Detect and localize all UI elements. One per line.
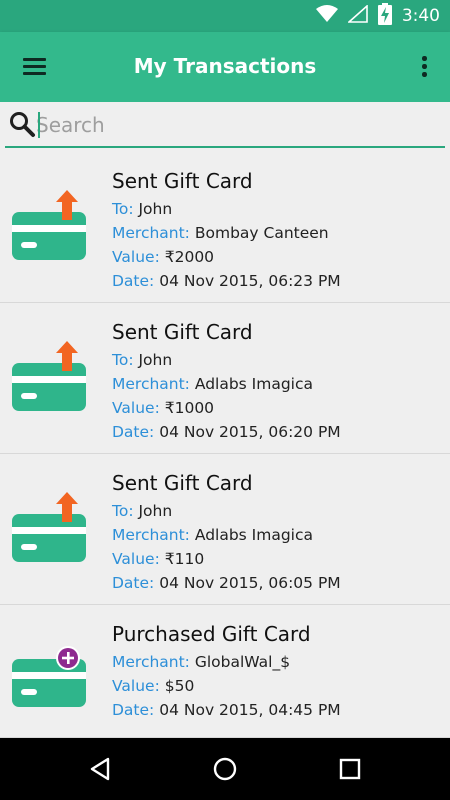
to-line: To: John — [112, 499, 341, 523]
wifi-icon — [315, 5, 338, 27]
merchant-line: Merchant: Adlabs Imagica — [112, 523, 341, 547]
field-label: To: — [112, 351, 134, 369]
field-value: ₹2000 — [164, 248, 215, 266]
field-value: $50 — [164, 677, 195, 695]
merchant-line: Merchant: GlobalWal_$ — [112, 650, 341, 674]
field-label: Value: — [112, 550, 160, 568]
field-value: ₹110 — [164, 550, 205, 568]
field-value: John — [138, 200, 173, 218]
field-value: ₹1000 — [164, 399, 215, 417]
sent-gift-card-icon — [12, 492, 88, 564]
field-value: 04 Nov 2015, 06:23 PM — [159, 272, 341, 290]
transaction-title: Purchased Gift Card — [112, 622, 311, 646]
back-icon[interactable] — [85, 754, 115, 784]
field-label: To: — [112, 200, 134, 218]
field-value: John — [138, 351, 173, 369]
transaction-details: Sent Gift Card To: John Merchant: Bombay… — [112, 168, 341, 293]
date-line: Date: 04 Nov 2015, 06:05 PM — [112, 571, 341, 595]
transaction-title: Sent Gift Card — [112, 320, 253, 344]
to-line: To: John — [112, 197, 341, 221]
field-value: Bombay Canteen — [194, 224, 329, 242]
home-icon[interactable] — [210, 754, 240, 784]
sent-gift-card-icon — [12, 341, 88, 413]
search-icon[interactable] — [8, 110, 36, 138]
page-title: My Transactions — [133, 54, 317, 78]
transaction-details: Purchased Gift Card Merchant: GlobalWal_… — [112, 621, 341, 722]
value-line: Value: ₹1000 — [112, 396, 341, 420]
date-line: Date: 04 Nov 2015, 06:20 PM — [112, 420, 341, 444]
more-vert-icon[interactable] — [414, 54, 434, 80]
field-value: 04 Nov 2015, 06:05 PM — [159, 574, 341, 592]
field-value: John — [138, 502, 173, 520]
field-label: To: — [112, 502, 134, 520]
date-line: Date: 04 Nov 2015, 04:45 PM — [112, 698, 341, 722]
search-input[interactable] — [36, 110, 436, 140]
field-label: Date: — [112, 272, 155, 290]
field-value: Adlabs Imagica — [194, 526, 314, 544]
field-value: 04 Nov 2015, 06:20 PM — [159, 423, 341, 441]
field-label: Merchant: — [112, 375, 190, 393]
to-line: To: John — [112, 348, 341, 372]
signal-icon — [346, 4, 368, 27]
status-bar: 3:40 — [0, 0, 450, 32]
value-line: Value: ₹110 — [112, 547, 341, 571]
merchant-line: Merchant: Adlabs Imagica — [112, 372, 341, 396]
purchased-gift-card-icon — [12, 637, 88, 709]
field-label: Merchant: — [112, 526, 190, 544]
field-value: Adlabs Imagica — [194, 375, 314, 393]
field-label: Date: — [112, 574, 155, 592]
sent-gift-card-icon — [12, 190, 88, 262]
field-value: GlobalWal_$ — [194, 653, 291, 671]
field-label: Value: — [112, 248, 160, 266]
status-time: 3:40 — [401, 6, 440, 26]
navigation-bar — [0, 738, 450, 800]
app-bar: My Transactions — [0, 32, 450, 102]
transaction-row[interactable]: Purchased Gift Card Merchant: GlobalWal_… — [0, 605, 450, 738]
field-label: Merchant: — [112, 653, 190, 671]
search-bar — [0, 102, 450, 152]
transaction-title: Sent Gift Card — [112, 169, 253, 193]
transaction-row[interactable]: Sent Gift Card To: John Merchant: Adlabs… — [0, 454, 450, 605]
text-cursor — [38, 112, 40, 138]
field-label: Value: — [112, 399, 160, 417]
date-line: Date: 04 Nov 2015, 06:23 PM — [112, 269, 341, 293]
transaction-title: Sent Gift Card — [112, 471, 253, 495]
field-label: Merchant: — [112, 224, 190, 242]
field-value: 04 Nov 2015, 04:45 PM — [159, 701, 341, 719]
value-line: Value: $50 — [112, 674, 341, 698]
status-icons: 3:40 — [315, 3, 440, 29]
field-label: Date: — [112, 423, 155, 441]
recents-icon[interactable] — [335, 754, 365, 784]
battery-charging-icon — [377, 3, 392, 29]
field-label: Value: — [112, 677, 160, 695]
transactions-list: Sent Gift Card To: John Merchant: Bombay… — [0, 152, 450, 738]
merchant-line: Merchant: Bombay Canteen — [112, 221, 341, 245]
transaction-details: Sent Gift Card To: John Merchant: Adlabs… — [112, 319, 341, 444]
transaction-details: Sent Gift Card To: John Merchant: Adlabs… — [112, 470, 341, 595]
field-label: Date: — [112, 701, 155, 719]
search-underline — [5, 146, 445, 148]
transaction-row[interactable]: Sent Gift Card To: John Merchant: Adlabs… — [0, 303, 450, 454]
transaction-row[interactable]: Sent Gift Card To: John Merchant: Bombay… — [0, 152, 450, 303]
value-line: Value: ₹2000 — [112, 245, 341, 269]
